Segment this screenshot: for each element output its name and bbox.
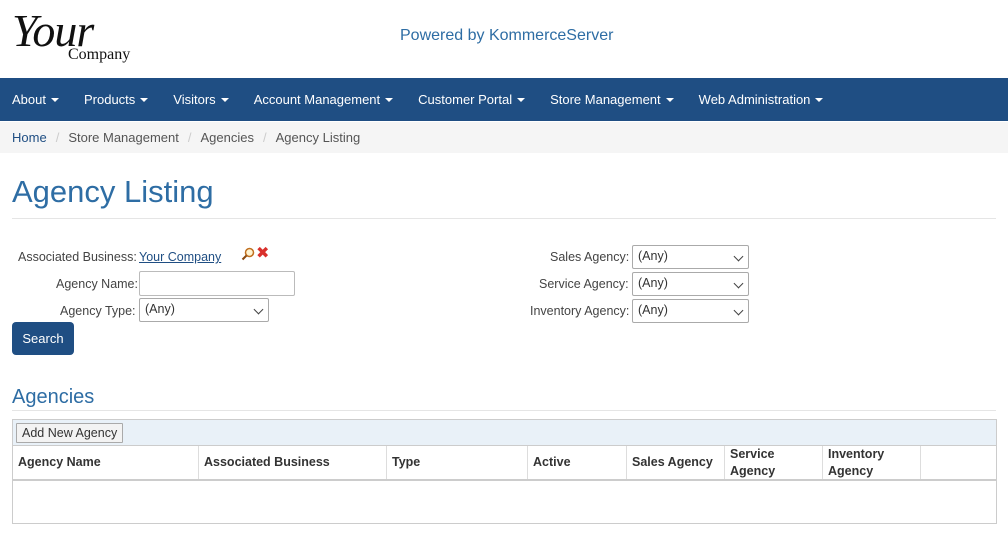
column-service-agency[interactable]: Service Agency [725,446,823,479]
nav-account-management[interactable]: Account Management [242,78,406,121]
column-actions [921,446,996,479]
agency-type-label: Agency Type: [60,304,136,318]
nav-label: About [12,92,46,107]
nav-products[interactable]: Products [72,78,161,121]
column-associated-business[interactable]: Associated Business [199,446,387,479]
breadcrumb-store-management[interactable]: Store Management [68,130,179,145]
nav-visitors[interactable]: Visitors [161,78,241,121]
breadcrumb-current: Agency Listing [275,130,361,145]
powered-by-text: Powered by KommerceServer [400,27,614,44]
breadcrumb-separator: / [263,130,267,145]
agencies-grid: Add New Agency Agency Name Associated Bu… [12,419,997,524]
caret-down-icon [517,97,526,102]
caret-down-icon [140,97,149,102]
nav-label: Customer Portal [418,92,513,107]
nav-web-administration[interactable]: Web Administration [687,78,837,121]
title-divider [12,218,996,219]
agency-type-value: (Any) [145,302,175,316]
chevron-down-icon [733,278,744,289]
nav-label: Products [83,92,136,107]
nav-customer-portal[interactable]: Customer Portal [406,78,538,121]
search-button[interactable]: Search [12,322,74,355]
breadcrumb-separator: / [55,130,60,145]
service-agency-select[interactable]: (Any) [632,272,749,296]
column-agency-name[interactable]: Agency Name [13,446,199,479]
caret-down-icon [50,97,59,102]
column-active[interactable]: Active [528,446,627,479]
inventory-agency-label: Inventory Agency: [530,304,630,318]
caret-down-icon [385,97,394,102]
agencies-section-title: Agencies [12,386,95,408]
caret-down-icon [815,97,824,102]
section-divider [12,410,996,411]
sales-agency-value: (Any) [638,249,668,263]
chevron-down-icon [733,251,744,262]
chevron-down-icon [253,304,264,315]
associated-business-label: Associated Business: [18,250,137,264]
company-logo[interactable]: Your Company [10,4,150,68]
nav-label: Store Management [550,92,661,107]
sales-agency-select[interactable]: (Any) [632,245,749,269]
inventory-agency-value: (Any) [638,303,668,317]
service-agency-value: (Any) [638,276,668,290]
caret-down-icon [220,97,229,102]
nav-store-management[interactable]: Store Management [538,78,687,121]
nav-label: Account Management [253,92,381,107]
service-agency-label: Service Agency: [539,277,629,291]
clear-icon[interactable]: ✖ [256,246,269,262]
page-title: Agency Listing [12,174,214,209]
grid-toolbar: Add New Agency [13,420,996,446]
chevron-down-icon [733,305,744,316]
breadcrumb-separator: / [187,130,192,145]
add-new-agency-button[interactable]: Add New Agency [16,423,124,443]
breadcrumb-home[interactable]: Home [12,130,47,145]
nav-label: Visitors [173,92,216,107]
column-inventory-agency[interactable]: Inventory Agency [823,446,921,479]
column-sales-agency[interactable]: Sales Agency [627,446,725,479]
grid-body-empty [13,481,996,521]
associated-business-link[interactable]: Your Company [139,250,221,264]
caret-down-icon [665,97,674,102]
agency-type-select[interactable]: (Any) [139,298,269,322]
breadcrumb: Home / Store Management / Agencies / Age… [0,122,1008,153]
nav-label: Web Administration [698,92,811,107]
sales-agency-label: Sales Agency: [550,250,630,264]
agency-name-input[interactable] [139,271,295,296]
inventory-agency-select[interactable]: (Any) [632,299,749,323]
breadcrumb-agencies[interactable]: Agencies [201,130,254,145]
main-navbar: About Products Visitors Account Manageme… [0,78,1008,121]
magnifier-icon[interactable] [241,247,255,261]
nav-about[interactable]: About [0,78,72,121]
grid-header-row: Agency Name Associated Business Type Act… [13,446,996,481]
column-type[interactable]: Type [387,446,528,479]
agency-name-label: Agency Name: [56,277,138,291]
logo-company: Company [68,46,131,63]
